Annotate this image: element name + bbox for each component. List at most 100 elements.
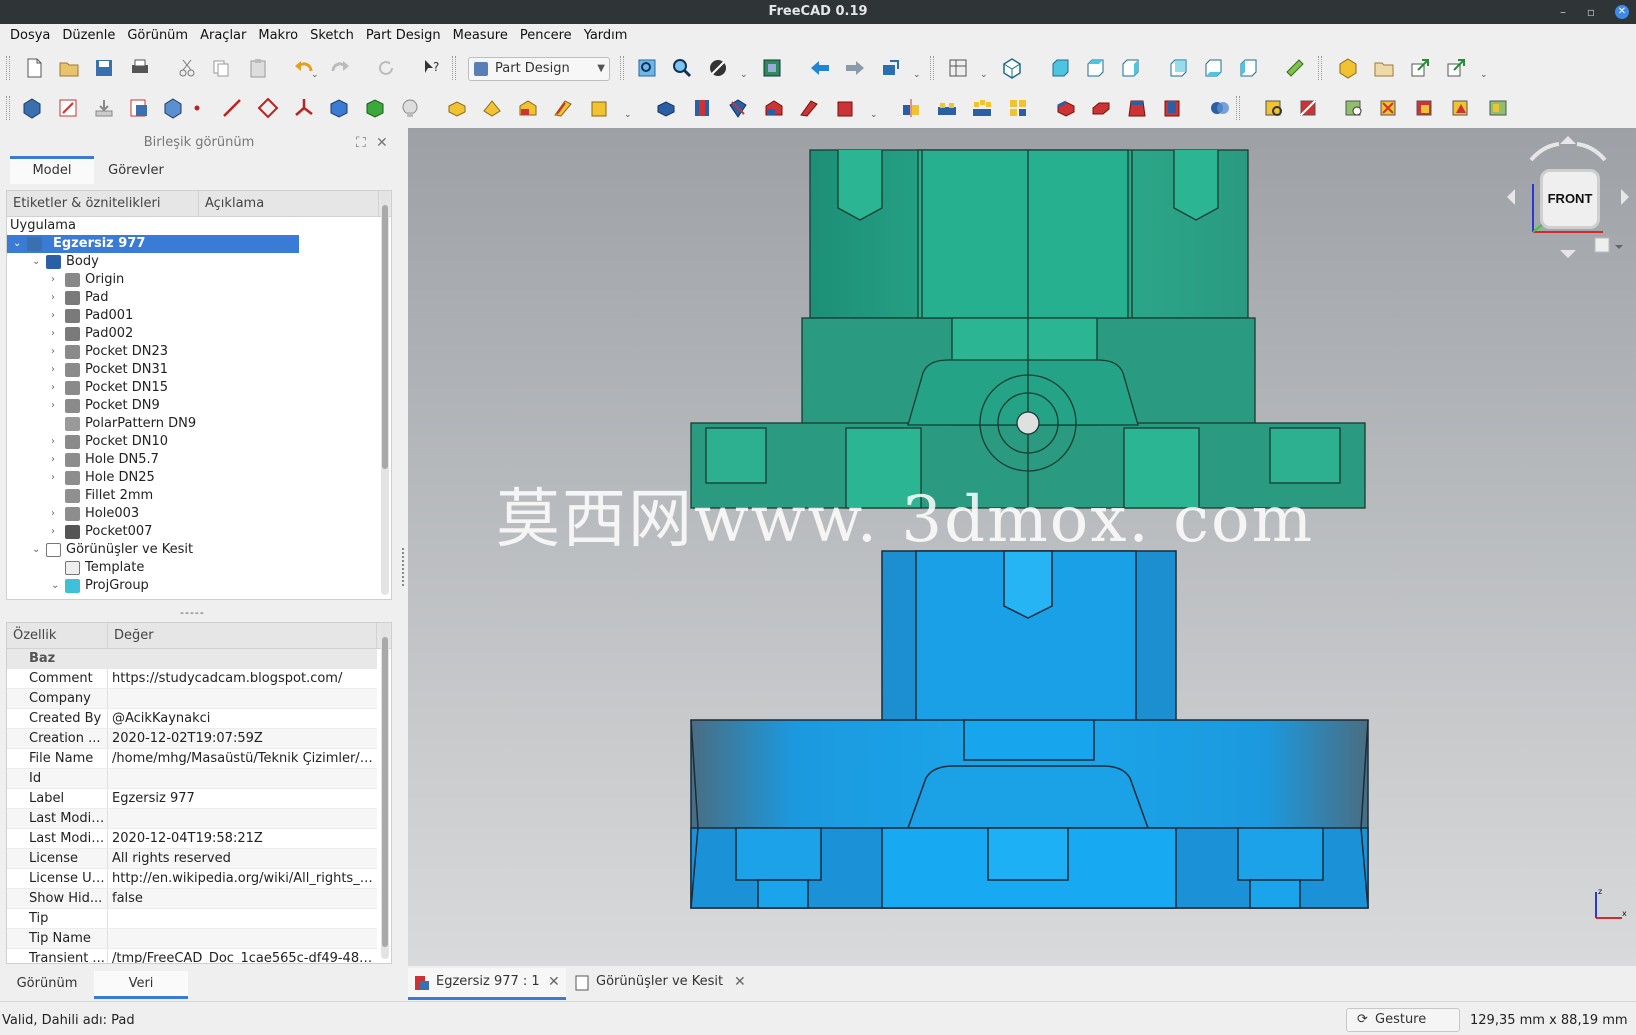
tree-column-description[interactable]: Açıklama <box>199 191 379 216</box>
techdraw-page-icon[interactable] <box>1484 94 1512 122</box>
chevron-right-icon[interactable]: › <box>51 325 55 343</box>
whats-this-icon[interactable]: ? <box>418 54 446 82</box>
navcube-front-face[interactable]: FRONT <box>1540 169 1600 229</box>
bounding-box-icon[interactable] <box>758 54 786 82</box>
validate-sketch-icon[interactable] <box>90 94 118 122</box>
isometric-view-icon[interactable] <box>998 54 1026 82</box>
additive-primitive-dropdown-icon[interactable]: ⌄ <box>624 110 632 120</box>
close-tab-icon[interactable]: ✕ <box>548 968 560 996</box>
property-row[interactable]: Comment https://studycadcam.blogspot.com/ <box>7 669 377 689</box>
attach-sketch-icon[interactable] <box>125 94 153 122</box>
property-column-value[interactable]: Değer <box>108 623 377 648</box>
tree-item[interactable]: Fillet 2mm <box>7 487 391 505</box>
tab-veri[interactable]: Veri <box>94 971 188 999</box>
3d-viewport[interactable]: 莫西网www. 3dmox. com FRONT z x <box>408 128 1636 966</box>
tree-item[interactable]: PolarPattern DN9 <box>7 415 391 433</box>
group-folder-icon[interactable] <box>1370 54 1398 82</box>
new-document-icon[interactable] <box>20 54 48 82</box>
top-view-icon[interactable] <box>1081 54 1109 82</box>
tree-item[interactable]: › Hole DN5.7 <box>7 451 391 469</box>
draft-icon[interactable] <box>1123 94 1151 122</box>
link-icon[interactable] <box>877 54 905 82</box>
bottom-view-icon[interactable] <box>1199 54 1227 82</box>
techdraw-symbol-icon[interactable] <box>1447 94 1475 122</box>
pipe-icon[interactable] <box>549 94 577 122</box>
tree-item[interactable]: › Pad002 <box>7 325 391 343</box>
techdraw-detail-icon[interactable] <box>1340 94 1368 122</box>
tab-gorevler[interactable]: Görevler <box>94 156 178 184</box>
create-body-icon[interactable] <box>18 94 46 122</box>
additive-primitive-icon[interactable] <box>585 94 613 122</box>
tree-item[interactable]: › Pocket DN23 <box>7 343 391 361</box>
pocket-icon[interactable] <box>652 94 680 122</box>
tab-gorunum[interactable]: Görünüm <box>0 971 94 999</box>
groove-icon[interactable] <box>724 94 752 122</box>
thickness-icon[interactable] <box>1158 94 1186 122</box>
menu-dosya[interactable]: Dosya <box>4 24 56 48</box>
menu-araclar[interactable]: Araçlar <box>194 24 252 48</box>
property-value[interactable]: @AcikKaynakci <box>108 709 377 728</box>
draw-style-icon[interactable] <box>704 54 732 82</box>
link-actions-dropdown-icon[interactable]: ⌄ <box>1480 70 1488 80</box>
forward-arrow-icon[interactable] <box>841 54 869 82</box>
chevron-right-icon[interactable]: › <box>51 451 55 469</box>
chevron-right-icon[interactable]: › <box>51 433 55 451</box>
property-value[interactable]: /tmp/FreeCAD_Doc_1cae565c-df49-4833-... <box>108 949 377 963</box>
copy-icon[interactable] <box>207 54 235 82</box>
property-scrollbar-thumb[interactable] <box>382 637 388 947</box>
property-group-baz[interactable]: Baz <box>7 649 377 669</box>
make-link-icon[interactable] <box>1406 54 1434 82</box>
tree-column-labels[interactable]: Etiketler & öznitelikleri <box>7 191 199 216</box>
tree-scrollbar-thumb[interactable] <box>382 205 388 469</box>
subtractive-primitive-dropdown-icon[interactable]: ⌄ <box>870 110 878 120</box>
property-value[interactable] <box>108 689 377 708</box>
property-row[interactable]: License URL http://en.wikipedia.org/wiki/… <box>7 869 377 889</box>
subtractive-primitive-icon[interactable] <box>831 94 859 122</box>
revolution-icon[interactable] <box>478 94 506 122</box>
property-row[interactable]: License All rights reserved <box>7 849 377 869</box>
view-splitter[interactable] <box>398 128 408 966</box>
chevron-right-icon[interactable]: › <box>51 379 55 397</box>
tree-item[interactable]: Template <box>7 559 391 577</box>
right-view-icon[interactable] <box>1116 54 1144 82</box>
tree-item[interactable]: ⌄ Görünüşler ve Kesit <box>7 541 391 559</box>
chevron-right-icon[interactable]: › <box>51 343 55 361</box>
clone-icon[interactable] <box>361 94 389 122</box>
close-panel-icon[interactable]: ✕ <box>376 132 388 154</box>
front-view-icon[interactable] <box>1046 54 1074 82</box>
navigation-cube[interactable]: FRONT <box>1503 132 1633 262</box>
subtractive-pipe-icon[interactable] <box>795 94 823 122</box>
tree-item[interactable]: › Pocket DN10 <box>7 433 391 451</box>
local-coordinate-system-icon[interactable] <box>290 94 318 122</box>
techdraw-section-icon[interactable] <box>1295 94 1323 122</box>
chevron-right-icon[interactable]: › <box>51 505 55 523</box>
tab-model[interactable]: Model <box>10 156 94 184</box>
float-panel-icon[interactable]: ⛶ <box>356 132 366 154</box>
property-value[interactable]: 2020-12-04T19:58:21Z <box>108 829 377 848</box>
refresh-icon[interactable] <box>372 54 400 82</box>
tree-item[interactable]: ⌄ Body <box>7 253 391 271</box>
property-row[interactable]: Tip <box>7 909 377 929</box>
sub-shape-binder-icon[interactable] <box>325 94 353 122</box>
rear-view-icon[interactable] <box>1164 54 1192 82</box>
menu-part-design[interactable]: Part Design <box>360 24 447 48</box>
toolbar-grip[interactable] <box>930 56 934 80</box>
redo-icon[interactable] <box>326 54 354 82</box>
chevron-right-icon[interactable]: › <box>51 271 55 289</box>
toolbar-grip[interactable] <box>1318 56 1322 80</box>
property-scrollbar[interactable] <box>381 623 389 959</box>
save-icon[interactable] <box>90 54 118 82</box>
std-views-icon[interactable] <box>944 54 972 82</box>
property-value[interactable] <box>108 929 377 948</box>
multi-transform-icon[interactable] <box>1004 94 1032 122</box>
property-row[interactable]: Label Egzersiz 977 <box>7 789 377 809</box>
tree-scrollbar[interactable] <box>381 191 389 595</box>
property-row[interactable]: Id <box>7 769 377 789</box>
navigation-style-button[interactable]: ⟳ Gesture <box>1346 1008 1460 1032</box>
datum-plane-icon[interactable] <box>254 94 282 122</box>
property-value[interactable]: /home/mhg/Masaüstü/Teknik Çizimler/Eg... <box>108 749 377 768</box>
tree-item[interactable]: › Hole003 <box>7 505 391 523</box>
property-value[interactable]: false <box>108 889 377 908</box>
hole-icon[interactable] <box>688 94 716 122</box>
std-views-dropdown-icon[interactable]: ⌄ <box>980 70 988 80</box>
